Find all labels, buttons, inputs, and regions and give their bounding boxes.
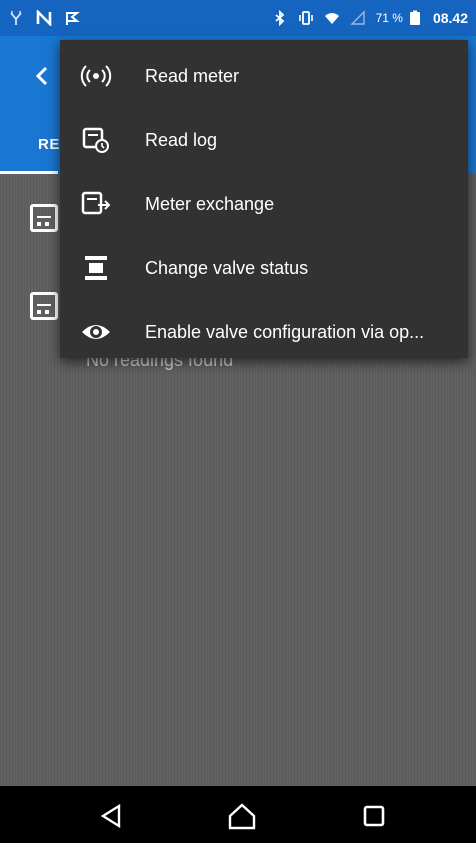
menu-item-meter-exchange[interactable]: Meter exchange	[60, 172, 468, 236]
back-triangle-icon[interactable]	[95, 800, 127, 832]
menu-item-change-valve-status[interactable]: Change valve status	[60, 236, 468, 300]
valve-icon	[85, 256, 107, 280]
menu-item-label: Meter exchange	[145, 194, 275, 214]
wifi-icon	[324, 13, 339, 24]
vibrate-icon	[298, 11, 313, 25]
menu-item-label: Enable valve configuration via op...	[145, 322, 425, 342]
back-arrow-icon[interactable]	[24, 58, 60, 94]
menu-item-label: Read log	[145, 130, 218, 150]
eye-icon	[82, 325, 110, 339]
menu-item-label: Read meter	[145, 66, 240, 86]
mobile-signal-icon	[349, 10, 365, 25]
battery-icon	[409, 10, 420, 25]
battery-percent: 71 %	[375, 11, 403, 25]
meter-clock-icon	[82, 127, 109, 153]
navigation-bar	[0, 786, 476, 843]
meter-icon	[30, 204, 58, 232]
recents-square-icon[interactable]	[358, 800, 390, 832]
menu-item-read-meter[interactable]: Read meter	[60, 44, 468, 108]
menu-item-label: Change valve status	[145, 258, 309, 278]
flag-icon	[66, 12, 80, 25]
radio-waves-icon	[80, 65, 112, 87]
overflow-menu: Read meter Read log Meter exchange Chang…	[60, 40, 468, 358]
clock: 08.42	[432, 10, 468, 26]
bluetooth-icon	[275, 10, 284, 26]
meter-exchange-icon	[81, 191, 111, 215]
tab-readings[interactable]: RE	[38, 136, 60, 153]
menu-item-enable-valve-configuration[interactable]: Enable valve configuration via op...	[60, 300, 468, 364]
status-bar: 71 % 08.42	[0, 0, 476, 36]
meter-icon	[30, 292, 58, 320]
menu-item-read-log[interactable]: Read log	[60, 108, 468, 172]
nfc-icon	[36, 10, 52, 26]
home-icon[interactable]	[226, 800, 258, 832]
signal-antenna-icon	[10, 11, 22, 25]
